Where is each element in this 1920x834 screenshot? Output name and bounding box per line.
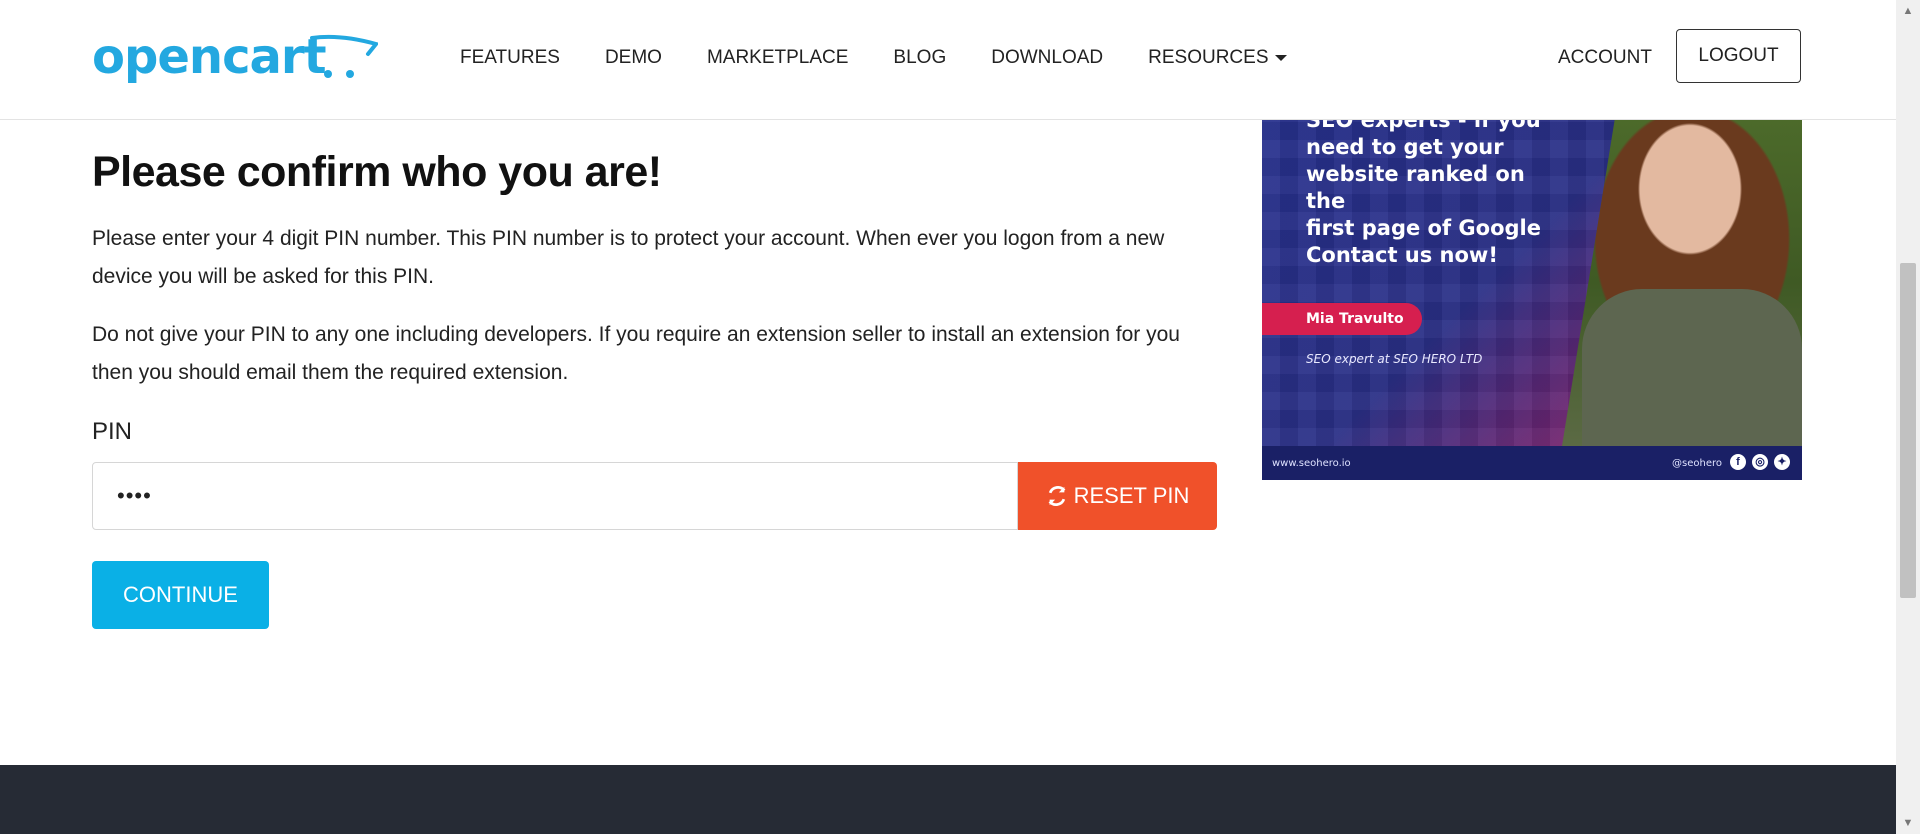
nav-demo[interactable]: DEMO <box>605 44 662 72</box>
ad-headline-line: need to get your <box>1306 135 1504 159</box>
main-nav: FEATURES DEMO MARKETPLACE BLOG DOWNLOAD … <box>460 44 1332 72</box>
logout-button[interactable]: LOGOUT <box>1676 29 1801 83</box>
ad-person-role: SEO expert at SEO HERO LTD <box>1306 352 1483 366</box>
nav-label: MARKETPLACE <box>706 47 849 68</box>
caret-down-icon <box>1274 54 1287 61</box>
nav-blog[interactable]: BLOG <box>893 44 946 72</box>
nav-resources[interactable]: RESOURCES <box>1148 44 1287 72</box>
nav-label: FEATURES <box>460 47 560 68</box>
ad-headline-line: SEO experts - if you <box>1306 119 1541 132</box>
ad-headline-line: Contact us now! <box>1306 243 1498 267</box>
instagram-icon: ◎ <box>1752 454 1768 470</box>
page: opencart FEATURES DEMO MARKETPLACE BLOG … <box>0 0 1896 834</box>
nav-label: RESOURCES <box>1148 47 1269 68</box>
nav-features[interactable]: FEATURES <box>460 44 560 72</box>
ad-footer: www.seohero.io @seohero f ◎ ✦ <box>1262 446 1802 480</box>
pin-instructions: Please enter your 4 digit PIN number. Th… <box>92 227 1165 288</box>
pin-label: PIN <box>92 418 133 445</box>
account-link[interactable]: ACCOUNT <box>1558 44 1652 72</box>
ad-headline: SEO experts - if you need to get your we… <box>1306 119 1566 269</box>
scroll-up-arrow-icon[interactable]: ▲ <box>1896 0 1920 22</box>
scrollbar-thumb[interactable] <box>1900 263 1916 598</box>
nav-marketplace[interactable]: MARKETPLACE <box>707 44 848 72</box>
pin-input[interactable] <box>92 462 1018 530</box>
reset-pin-label: RESET PIN <box>1073 483 1190 508</box>
cart-icon <box>310 34 378 78</box>
twitter-icon: ✦ <box>1774 454 1790 470</box>
refresh-icon <box>1048 486 1066 506</box>
seo-hero-ad-banner[interactable]: SEO experts - if you need to get your we… <box>1262 119 1802 480</box>
nav-label: DOWNLOAD <box>991 47 1104 68</box>
ad-person-name: Mia Travulto <box>1306 311 1404 327</box>
reset-pin-button[interactable]: RESET PIN <box>1018 462 1217 530</box>
pin-warning: Do not give your PIN to any one includin… <box>92 323 1180 384</box>
nav-label: DEMO <box>604 47 662 68</box>
facebook-icon: f <box>1730 454 1746 470</box>
ad-headline-line: website ranked on the <box>1306 162 1525 213</box>
opencart-logo[interactable]: opencart <box>92 30 382 90</box>
logo-text: opencart <box>92 29 327 85</box>
nav-download[interactable]: DOWNLOAD <box>991 44 1103 72</box>
site-footer <box>0 765 1896 834</box>
ad-photo-jacket <box>1582 289 1802 449</box>
continue-button[interactable]: CONTINUE <box>92 561 269 629</box>
ad-social-icons: f ◎ ✦ <box>1730 454 1790 470</box>
nav-label: BLOG <box>893 47 947 68</box>
scroll-down-arrow-icon[interactable]: ▼ <box>1896 812 1920 834</box>
site-header: opencart FEATURES DEMO MARKETPLACE BLOG … <box>0 0 1896 120</box>
page-scrollbar[interactable]: ▲ ▼ <box>1896 0 1920 834</box>
ad-headline-line: first page of Google <box>1306 216 1541 240</box>
ad-url: www.seohero.io <box>1272 458 1351 469</box>
page-title: Please confirm who you are! <box>92 148 662 196</box>
ad-handle: @seohero <box>1672 458 1722 469</box>
